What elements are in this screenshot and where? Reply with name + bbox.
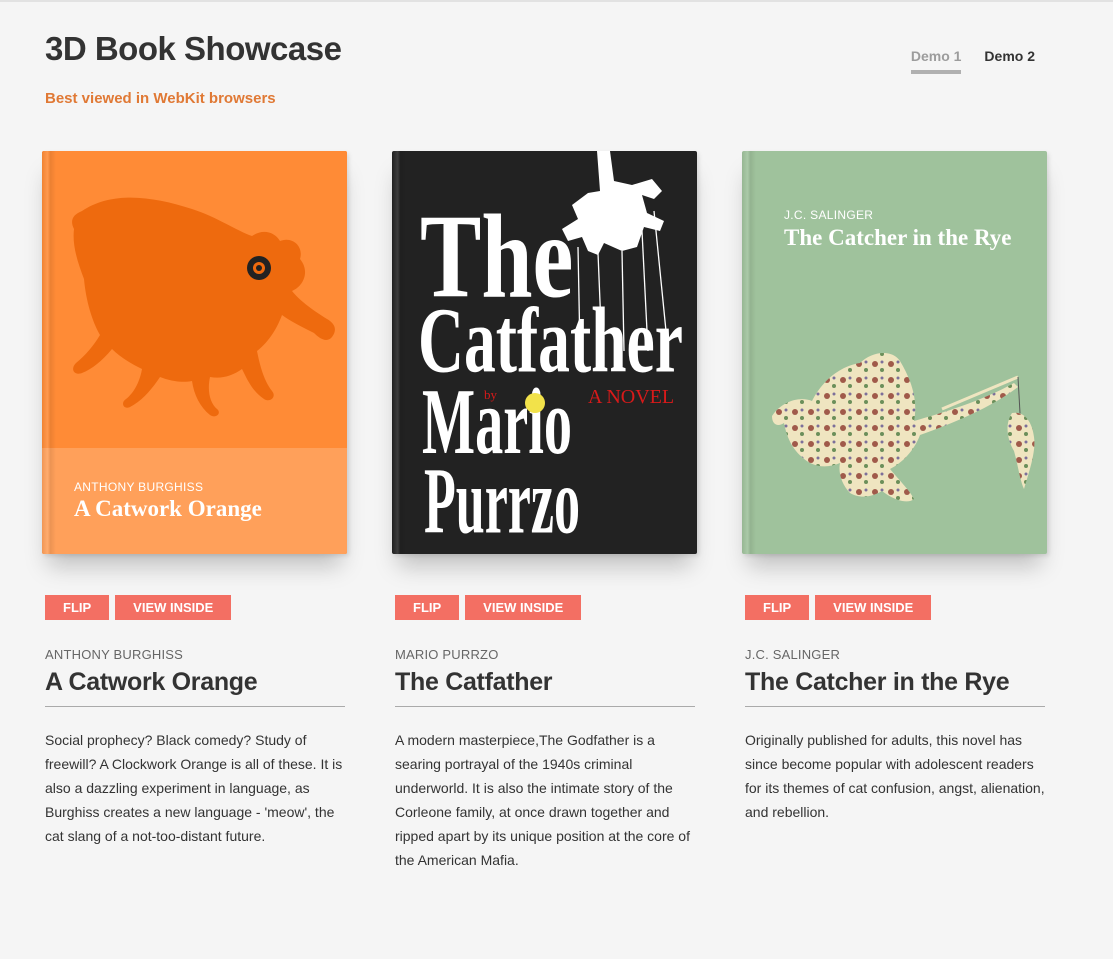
book-cover-catwork-orange[interactable]: ANTHONY BURGHISS A Catwork Orange	[42, 151, 347, 554]
demo-nav: Demo 1 Demo 2	[910, 48, 1035, 74]
book-description: Originally published for adults, this no…	[745, 732, 1045, 820]
book-title: The Catcher in the Rye	[745, 668, 1045, 707]
book-author: MARIO PURRZO	[395, 647, 499, 662]
book-actions: FLIP VIEW INSIDE	[45, 595, 345, 620]
yellow-dot-icon	[525, 393, 545, 413]
book-title: The Catfather	[395, 668, 695, 707]
book-author: ANTHONY BURGHISS	[45, 647, 184, 662]
book-cover-catcher-in-the-rye[interactable]: J.C. SALINGER The Catcher in the Rye	[742, 151, 1047, 554]
flip-button[interactable]: FLIP	[395, 595, 460, 620]
view-inside-button[interactable]: VIEW INSIDE	[815, 595, 932, 620]
view-inside-button[interactable]: VIEW INSIDE	[115, 595, 232, 620]
book-actions: FLIP VIEW INSIDE	[395, 595, 695, 620]
view-inside-button[interactable]: VIEW INSIDE	[465, 595, 582, 620]
cover-title: The Catcher in the Rye	[784, 225, 1012, 250]
cover-art	[42, 151, 347, 448]
cover-author: ANTHONY BURGHISS	[74, 480, 204, 494]
cover-line-purrzo: Purrzo	[424, 449, 580, 554]
book-description: A modern masterpiece,The Godfather is a …	[395, 732, 690, 868]
flip-button[interactable]: FLIP	[745, 595, 810, 620]
book-spine	[42, 151, 56, 554]
page-title: 3D Book Showcase	[45, 30, 342, 67]
flip-button[interactable]: FLIP	[45, 595, 110, 620]
book-title: A Catwork Orange	[45, 668, 345, 707]
cover-novel: A NOVEL	[588, 386, 674, 408]
nav-demo-2[interactable]: Demo 2	[984, 48, 1035, 74]
book-info-catwork-orange: FLIP VIEW INSIDE ANTHONY BURGHISS A Catw…	[45, 595, 345, 848]
book-cover-catfather[interactable]: The Catfather by A NOVEL Mario Purrzo	[392, 151, 697, 554]
book-spine	[742, 151, 756, 554]
page-header: 3D Book Showcase Best viewed in WebKit b…	[45, 30, 342, 107]
book-author: J.C. SALINGER	[745, 647, 841, 662]
catfather-cover-art: The Catfather by A NOVEL Mario Purrzo	[418, 151, 683, 554]
cover-title: A Catwork Orange	[74, 496, 262, 521]
top-border	[0, 0, 1113, 2]
cat-illustration	[72, 197, 335, 417]
book-description: Social prophecy? Black comedy? Study of …	[45, 732, 343, 844]
puppet-hand-icon	[562, 151, 664, 255]
book-info-catfather: FLIP VIEW INSIDE MARIO PURRZO The Catfat…	[395, 595, 695, 872]
cover-author: J.C. SALINGER	[784, 208, 874, 222]
nav-demo-1[interactable]: Demo 1	[910, 48, 962, 74]
book-actions: FLIP VIEW INSIDE	[745, 595, 1045, 620]
page-subtitle: Best viewed in WebKit browsers	[45, 90, 276, 107]
book-spine	[392, 151, 406, 554]
book-info-catcher-in-the-rye: FLIP VIEW INSIDE J.C. SALINGER The Catch…	[745, 595, 1045, 824]
